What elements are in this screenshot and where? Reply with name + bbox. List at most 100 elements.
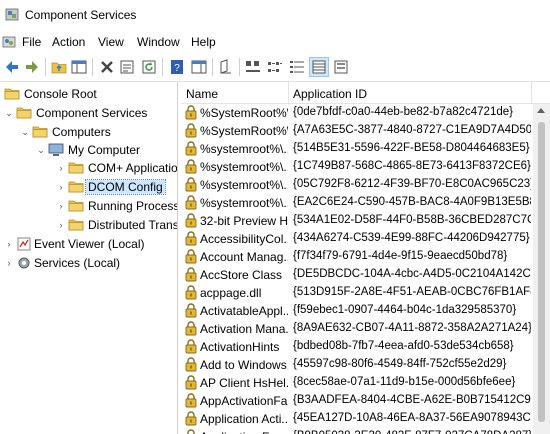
row-name: AccStore Class bbox=[200, 268, 283, 282]
table-row[interactable]: AccStore Class {DE5DBCDC-104A-4cbc-A4D5-0… bbox=[181, 266, 533, 284]
tree-node-com-plus-applications[interactable]: › COM+ Applicatio bbox=[56, 158, 178, 178]
toolbar-separator bbox=[239, 58, 240, 76]
table-row[interactable]: AP Client HsHel... {8cec58ae-07a1-11d9-b1… bbox=[181, 374, 533, 392]
row-application-id: {f59ebec1-0907-4464-b04c-1da329585370} bbox=[293, 304, 517, 316]
lock-icon bbox=[184, 411, 198, 426]
column-divider[interactable] bbox=[531, 82, 532, 103]
properties-icon[interactable] bbox=[118, 58, 136, 76]
table-row[interactable]: %systemroot%\... {EA2C6E24-C590-457B-BAC8… bbox=[181, 194, 533, 212]
forward-arrow-icon[interactable] bbox=[23, 58, 41, 76]
table-row[interactable]: Account Manag... {f7f34f79-6791-4d4e-9f15… bbox=[181, 248, 533, 266]
table-row[interactable]: acppage.dll {513D915F-2A8E-4F51-AEAB-0CBC… bbox=[181, 284, 533, 302]
new-window-icon[interactable] bbox=[217, 58, 235, 76]
table-row[interactable]: Activation Mana... {8A9AE632-CB07-4A11-88… bbox=[181, 320, 533, 338]
detail-view-icon[interactable] bbox=[309, 57, 329, 77]
chevron-right-icon[interactable]: › bbox=[56, 180, 66, 194]
tree-node-console-root[interactable]: Console Root bbox=[4, 84, 177, 104]
tree-node-label: Component Services bbox=[36, 106, 148, 120]
export-list-icon[interactable] bbox=[332, 58, 350, 76]
row-application-id: {05C792F8-6212-4F39-BF70-E8C0AC965C23} bbox=[293, 178, 531, 190]
row-application-id: {bdbed08b-7fb7-4eea-afd0-53de534cb658} bbox=[293, 340, 514, 352]
row-application-id: {8cec58ae-07a1-11d9-b15e-000d56bfe6ee} bbox=[293, 376, 516, 388]
tree-node-services[interactable]: › Services (Local) bbox=[4, 253, 177, 273]
tree-node-running-processes[interactable]: › Running Processe bbox=[56, 196, 178, 216]
list-view-icon[interactable] bbox=[288, 58, 306, 76]
table-row[interactable]: Application Fra... {B9B05038-3E30-483F-87… bbox=[181, 428, 533, 434]
table-row[interactable]: %systemroot%\... {05C792F8-6212-4F39-BF70… bbox=[181, 176, 533, 194]
tree-node-computers[interactable]: ⌄ Computers bbox=[20, 122, 177, 142]
back-arrow-icon[interactable] bbox=[3, 58, 21, 76]
lock-icon bbox=[184, 357, 198, 372]
tree-node-dcom-config[interactable]: › DCOM Config bbox=[56, 177, 177, 197]
distributed-transactions-folder-icon bbox=[68, 217, 84, 233]
services-gear-icon bbox=[18, 257, 30, 269]
chevron-right-icon[interactable]: › bbox=[4, 237, 14, 251]
table-row[interactable]: AccessibilityCol... {434A6274-C539-4E99-8… bbox=[181, 230, 533, 248]
menu-file[interactable]: File bbox=[22, 35, 41, 49]
lock-icon bbox=[184, 339, 198, 354]
lock-icon bbox=[184, 429, 198, 434]
chevron-right-icon[interactable]: › bbox=[56, 218, 66, 232]
table-row[interactable]: Add to Windows... {45597c98-80f6-4549-84f… bbox=[181, 356, 533, 374]
chevron-down-icon[interactable]: ⌄ bbox=[4, 106, 14, 120]
table-row[interactable]: Application Acti... {45EA127D-10A8-46EA-8… bbox=[181, 410, 533, 428]
tree-node-label: My Computer bbox=[68, 143, 141, 157]
list-header: Name Application ID bbox=[181, 82, 550, 104]
delete-icon[interactable] bbox=[98, 58, 116, 76]
chevron-down-icon[interactable]: ⌄ bbox=[36, 143, 46, 157]
large-icons-view-icon[interactable] bbox=[244, 58, 262, 76]
computers-folder-icon bbox=[32, 124, 48, 140]
vertical-scrollbar[interactable] bbox=[533, 104, 550, 434]
scroll-thumb[interactable] bbox=[538, 122, 545, 422]
tree-node-distributed-transactions[interactable]: › Distributed Transa bbox=[56, 215, 178, 235]
menu-window[interactable]: Window bbox=[137, 35, 180, 49]
row-application-id: {EA2C6E24-C590-457B-BAC8-4A0F9B13E5B8} bbox=[293, 196, 531, 208]
table-row[interactable]: %systemroot%\... {1C749B87-568C-4865-8E73… bbox=[181, 158, 533, 176]
console-tree: Console Root ⌄ Component Services ⌄ Comp… bbox=[0, 82, 178, 434]
tree-node-my-computer[interactable]: ⌄ My Computer bbox=[36, 140, 177, 160]
lock-icon bbox=[184, 321, 198, 336]
table-row[interactable]: AppActivationFa... {B3AADFEA-8404-4CBE-A6… bbox=[181, 392, 533, 410]
table-row[interactable]: ActivatableAppl... {f59ebec1-0907-4464-b0… bbox=[181, 302, 533, 320]
tree-node-label: Computers bbox=[52, 125, 111, 139]
chevron-right-icon[interactable]: › bbox=[56, 161, 66, 175]
row-application-id: {534A1E02-D58F-44F0-B58B-36CBED287C7C} bbox=[293, 214, 531, 226]
lock-icon bbox=[184, 141, 198, 156]
show-hide-tree-icon[interactable] bbox=[70, 58, 88, 76]
tree-node-event-viewer[interactable]: › Event Viewer (Local) bbox=[4, 234, 177, 254]
lock-icon bbox=[184, 159, 198, 174]
menu-help[interactable]: Help bbox=[191, 35, 216, 49]
small-icons-view-icon[interactable] bbox=[266, 58, 284, 76]
row-name: %SystemRoot%\... bbox=[200, 106, 288, 120]
column-divider[interactable] bbox=[288, 82, 289, 103]
chevron-down-icon[interactable]: ⌄ bbox=[20, 125, 30, 139]
table-row[interactable]: %systemroot%\... {514B5E31-5596-422F-BE58… bbox=[181, 140, 533, 158]
column-header-application-id[interactable]: Application ID bbox=[293, 87, 367, 101]
row-name: %systemroot%\... bbox=[200, 142, 288, 156]
table-row[interactable]: 32-bit Preview H... {534A1E02-D58F-44F0-B… bbox=[181, 212, 533, 230]
lock-icon bbox=[184, 105, 198, 120]
row-application-id: {f7f34f79-6791-4d4e-9f15-9eaecd50bd78} bbox=[293, 250, 508, 262]
toolbar: ? bbox=[0, 53, 550, 82]
scroll-up-arrow-icon[interactable] bbox=[537, 108, 545, 113]
lock-icon bbox=[184, 249, 198, 264]
svg-text:?: ? bbox=[174, 63, 180, 74]
lock-icon bbox=[184, 375, 198, 390]
system-menu-icon[interactable] bbox=[2, 35, 16, 49]
toolbar-separator bbox=[45, 58, 46, 76]
show-hide-action-pane-icon[interactable] bbox=[190, 58, 208, 76]
menu-view[interactable]: View bbox=[98, 35, 124, 49]
column-header-name[interactable]: Name bbox=[186, 87, 218, 101]
tree-node-component-services[interactable]: ⌄ Component Services bbox=[4, 103, 177, 123]
table-row[interactable]: %SystemRoot%\... {A7A63E5C-3877-4840-8727… bbox=[181, 122, 533, 140]
tree-node-label: Console Root bbox=[24, 87, 97, 101]
table-row[interactable]: ActivationHints {bdbed08b-7fb7-4eea-afd0-… bbox=[181, 338, 533, 356]
up-folder-icon[interactable] bbox=[50, 58, 68, 76]
row-application-id: {45EA127D-10A8-46EA-8A37-56EA9078943C} bbox=[293, 412, 531, 424]
chevron-right-icon[interactable]: › bbox=[56, 199, 66, 213]
refresh-icon[interactable] bbox=[140, 58, 158, 76]
help-icon[interactable]: ? bbox=[168, 58, 186, 76]
menu-action[interactable]: Action bbox=[52, 35, 85, 49]
chevron-right-icon[interactable]: › bbox=[4, 256, 14, 270]
table-row[interactable]: %SystemRoot%\... {0de7bfdf-c0a0-44eb-be82… bbox=[181, 104, 533, 122]
